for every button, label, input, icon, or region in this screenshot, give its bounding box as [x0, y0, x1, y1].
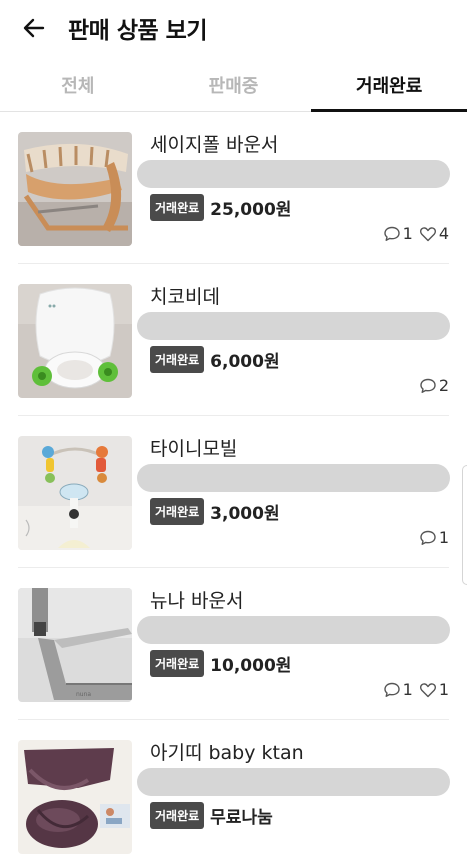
item-stats: 1 4	[377, 224, 449, 243]
comment-icon	[420, 378, 436, 393]
item-stats: 1	[413, 528, 449, 547]
list-item[interactable]: 세이지폴 바운서 거래완료 25,000원 1 4	[18, 112, 450, 264]
gray-bouncer-image: nuna	[18, 588, 132, 702]
tab-on-sale[interactable]: 판매중	[156, 58, 312, 111]
like-count: 4	[419, 224, 449, 243]
list-item[interactable]: 치코비데 거래완료 6,000원 2	[18, 264, 450, 416]
product-price: 25,000원	[210, 200, 292, 220]
price-row: 거래완료 10,000원	[150, 650, 291, 677]
blurred-info	[137, 616, 450, 644]
status-badge: 거래완료	[150, 194, 205, 221]
product-list: 세이지폴 바운서 거래완료 25,000원 1 4 치코비데 거래완료 6,00…	[0, 112, 467, 865]
list-item[interactable]: 아기띠 baby ktan 거래완료 무료나눔	[18, 720, 450, 865]
scroll-indicator[interactable]	[462, 465, 467, 585]
product-thumbnail	[18, 740, 132, 854]
item-stats: 2	[413, 376, 449, 395]
comment-count: 1	[383, 680, 413, 699]
heart-icon	[419, 682, 436, 697]
comment-count: 1	[383, 224, 413, 243]
comment-icon	[420, 530, 436, 545]
status-badge: 거래완료	[150, 498, 205, 525]
product-price: 10,000원	[210, 656, 292, 676]
product-name: 아기띠 baby ktan	[150, 742, 304, 764]
product-name: 뉴나 바운서	[150, 590, 244, 612]
price-row: 거래완료 3,000원	[150, 498, 280, 525]
blurred-info	[137, 160, 450, 188]
baby-mobile-image	[18, 436, 132, 550]
white-bidet-image	[18, 284, 132, 398]
price-row: 거래완료 6,000원	[150, 346, 280, 373]
baby-carrier-image	[18, 740, 132, 854]
heart-icon	[419, 226, 436, 241]
blurred-info	[137, 768, 450, 796]
svg-text:nuna: nuna	[76, 691, 91, 698]
arrow-left-icon	[23, 18, 45, 38]
comment-icon	[383, 226, 400, 241]
tab-bar: 전체 판매중 거래완료	[0, 58, 467, 112]
product-name: 치코비데	[150, 286, 220, 308]
product-thumbnail	[18, 284, 132, 398]
status-badge: 거래완료	[150, 650, 205, 677]
tab-sold[interactable]: 거래완료	[311, 58, 467, 112]
item-stats: 1 1	[377, 680, 449, 699]
list-item[interactable]: nuna 뉴나 바운서 거래완료 10,000원 1 1	[18, 568, 450, 720]
comment-icon	[383, 682, 400, 697]
product-price: 3,000원	[210, 504, 280, 524]
comment-count: 1	[419, 528, 449, 547]
page-title: 판매 상품 보기	[68, 18, 207, 44]
product-thumbnail	[18, 132, 132, 246]
wooden-bouncer-image	[18, 132, 132, 246]
product-price: 6,000원	[210, 352, 280, 372]
status-badge: 거래완료	[150, 802, 205, 829]
list-item[interactable]: 타이니모빌 거래완료 3,000원 1	[18, 416, 450, 568]
app-header: 판매 상품 보기	[0, 0, 467, 58]
price-row: 거래완료 25,000원	[150, 194, 291, 221]
product-thumbnail: nuna	[18, 588, 132, 702]
product-price: 무료나눔	[210, 808, 273, 828]
back-button[interactable]	[18, 12, 50, 44]
comment-count: 2	[419, 376, 449, 395]
product-name: 타이니모빌	[150, 438, 238, 460]
price-row: 거래완료 무료나눔	[150, 802, 273, 829]
like-count: 1	[419, 680, 449, 699]
tab-all[interactable]: 전체	[0, 58, 156, 111]
product-thumbnail	[18, 436, 132, 550]
blurred-info	[137, 312, 450, 340]
status-badge: 거래완료	[150, 346, 205, 373]
blurred-info	[137, 464, 450, 492]
product-name: 세이지폴 바운서	[150, 134, 279, 156]
